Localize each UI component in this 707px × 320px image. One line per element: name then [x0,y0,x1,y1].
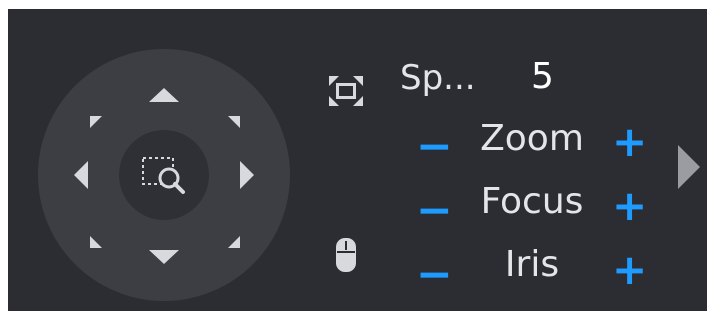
expand-panel-button[interactable] [678,145,700,193]
pan-down-left-button[interactable] [90,233,102,252]
pan-left-button[interactable] [74,161,88,193]
arrow-left-icon [74,161,88,189]
fullscreen-button[interactable] [329,76,363,110]
focus-far-button[interactable]: + [612,185,647,227]
iris-close-button[interactable]: − [416,253,453,297]
zoom-region-icon [142,157,185,194]
mouse-icon [336,238,356,272]
pan-up-button[interactable] [149,87,179,106]
iris-label: Iris [504,244,560,285]
ptz-direction-pad [38,49,290,301]
pan-up-right-button[interactable] [228,113,240,132]
arrow-down-right-icon [228,236,240,248]
zoom-region-button[interactable] [119,130,209,220]
chevron-right-icon [678,145,700,189]
zoom-label: Zoom [480,118,584,159]
arrow-right-icon [240,161,254,189]
arrow-down-left-icon [90,236,102,248]
focus-near-button[interactable]: − [416,189,453,233]
speed-value[interactable]: 5 [531,59,554,95]
pan-right-button[interactable] [240,161,254,193]
focus-label: Focus [480,181,584,222]
arrow-up-left-icon [90,116,102,128]
ptz-control-panel: Sp... 5 − Zoom + − Focus + − Iris + [8,9,707,311]
iris-open-button[interactable]: + [612,249,647,291]
zoom-in-button[interactable]: + [612,121,647,163]
pan-down-button[interactable] [149,249,179,268]
pan-up-left-button[interactable] [90,113,102,132]
mouse-control-button[interactable] [336,238,356,276]
arrow-down-icon [149,250,179,264]
arrow-up-right-icon [228,116,240,128]
zoom-out-button[interactable]: − [416,125,453,169]
arrow-up-icon [149,88,179,102]
speed-label: Sp... [400,58,476,98]
pan-down-right-button[interactable] [228,233,240,252]
fullscreen-icon [329,76,363,106]
